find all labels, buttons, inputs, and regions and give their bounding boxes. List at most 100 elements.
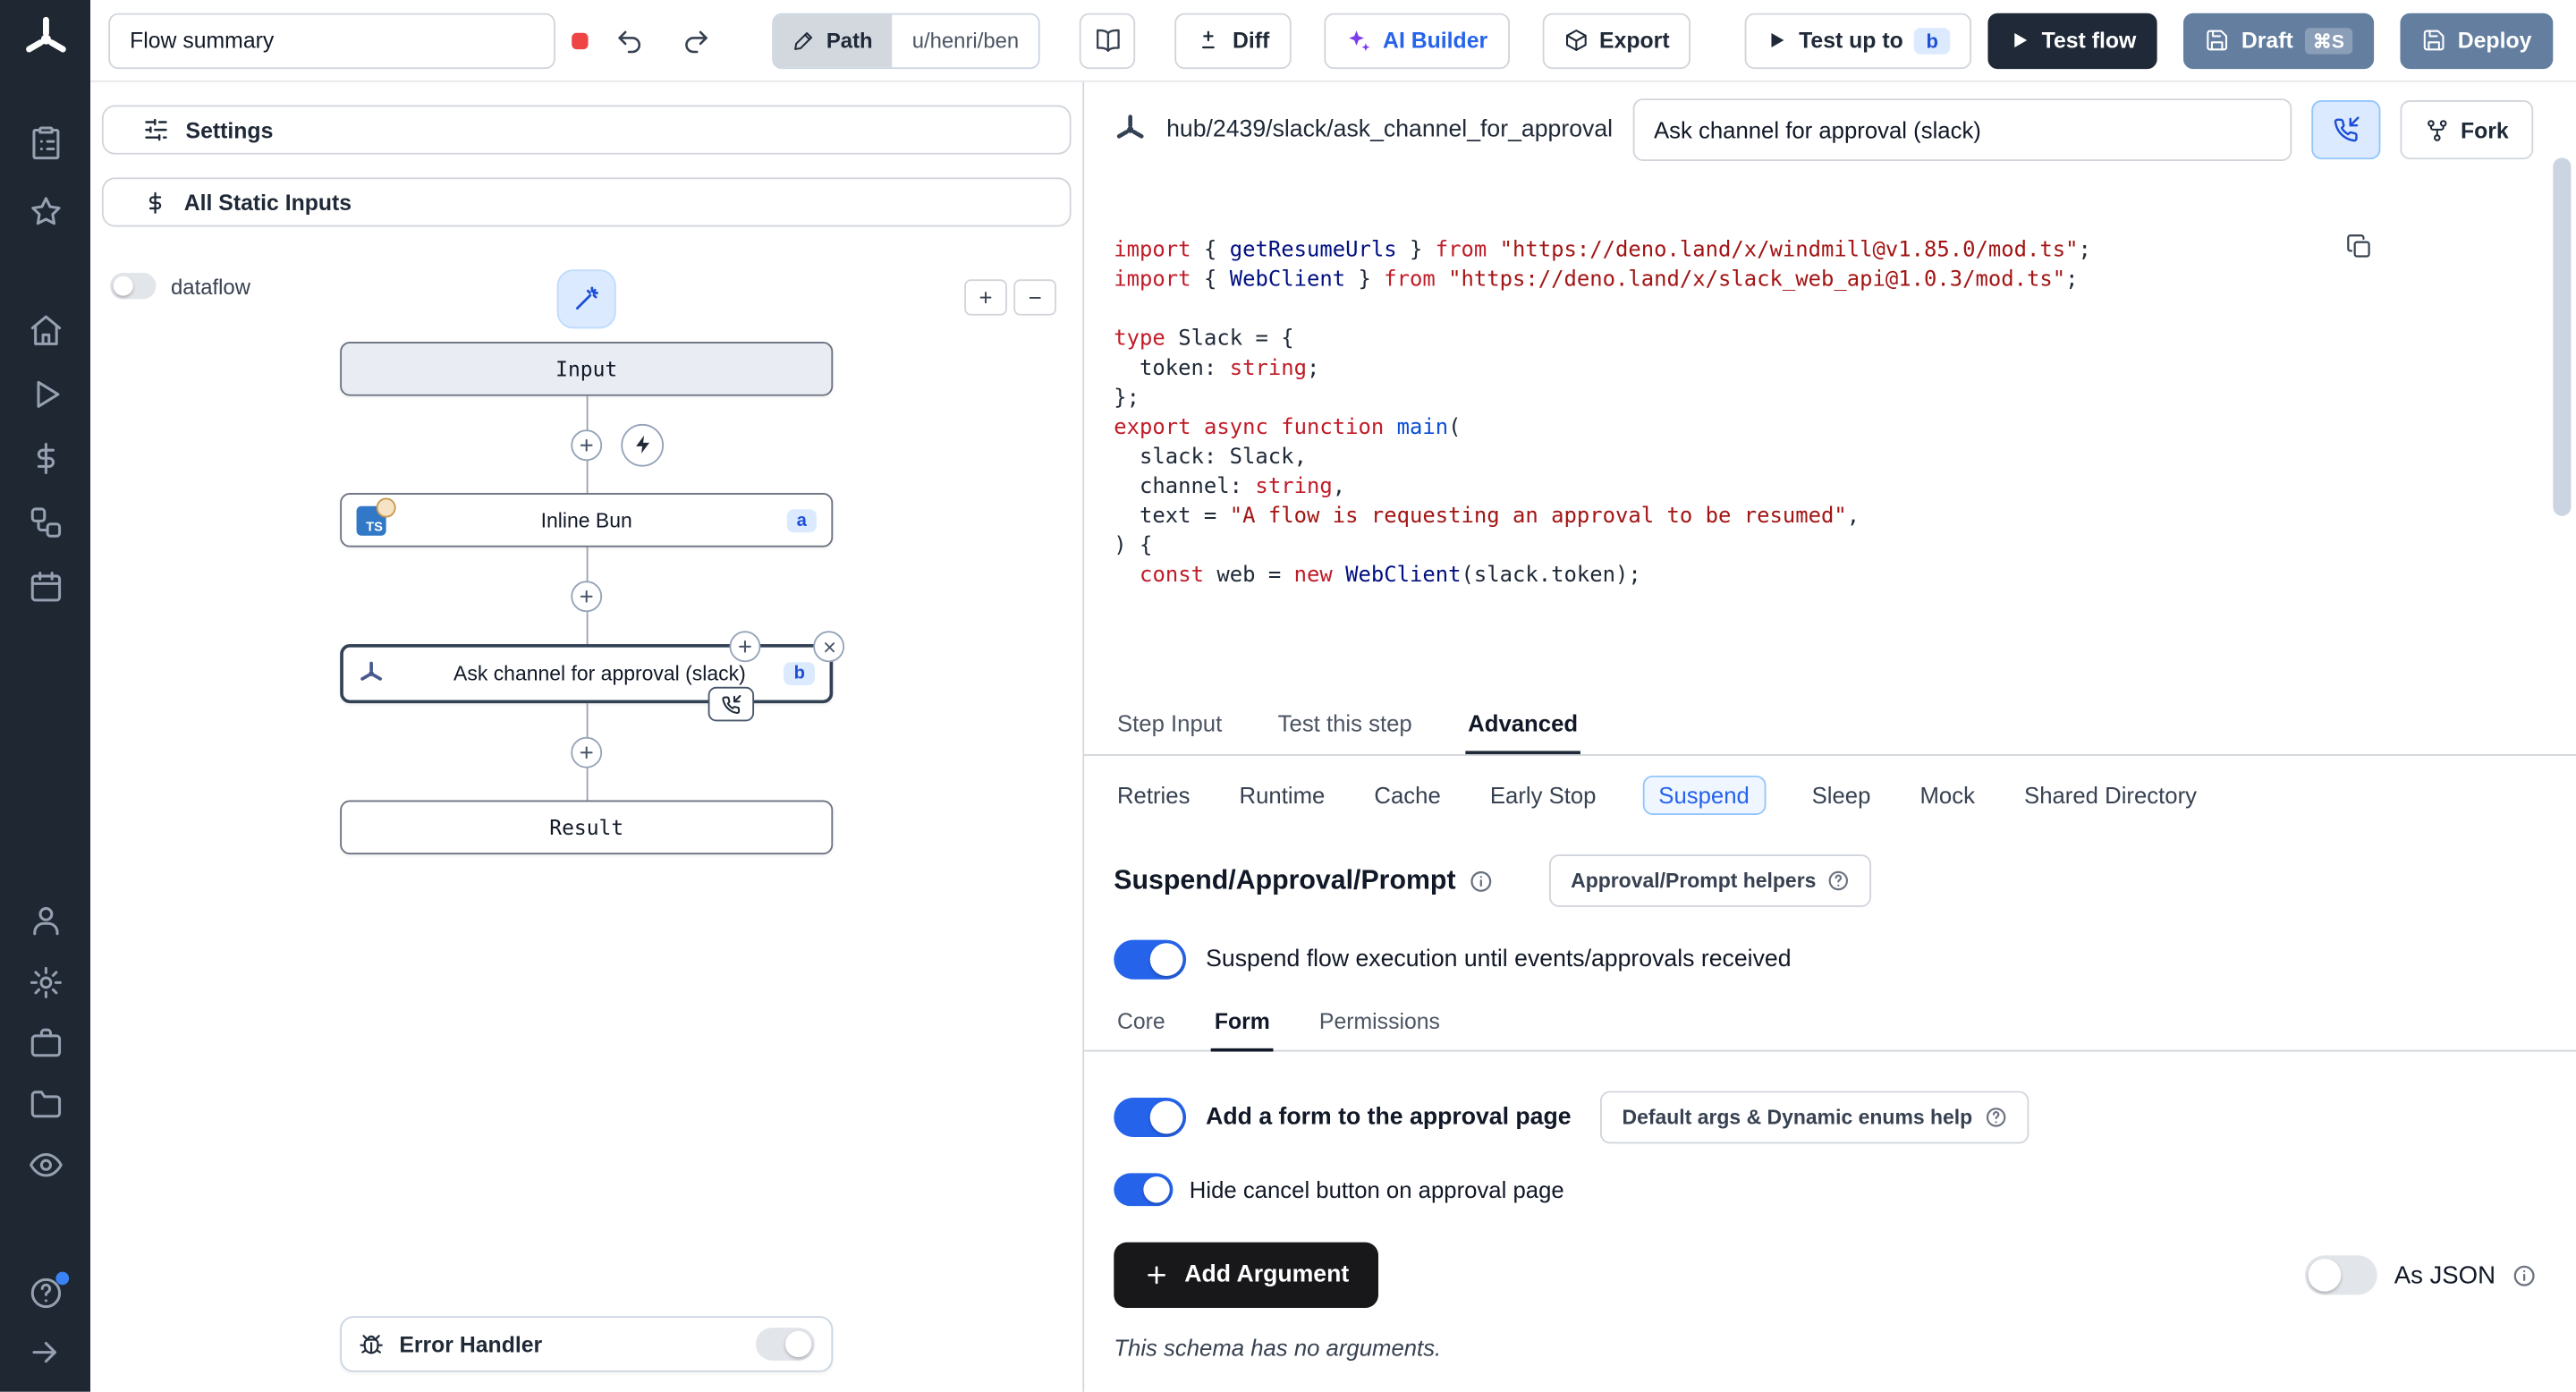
help-circle-icon[interactable] <box>27 1275 63 1311</box>
suspendtab-permissions[interactable]: Permissions <box>1316 1009 1443 1052</box>
subtab-cache[interactable]: Cache <box>1371 777 1445 813</box>
test-up-to-label: Test up to <box>1799 28 1903 53</box>
copy-code-button[interactable] <box>2345 184 2504 310</box>
draft-button[interactable]: Draft ⌘S <box>2184 13 2374 68</box>
suspend-toggle[interactable] <box>1114 940 1186 980</box>
collapse-arrow-icon[interactable] <box>27 1334 63 1370</box>
undo-button[interactable] <box>605 15 654 64</box>
workflow-icon[interactable] <box>27 505 63 540</box>
eye-icon[interactable] <box>27 1147 63 1183</box>
suspend-section: Suspend/Approval/Prompt Approval/Prompt … <box>1084 831 2576 1360</box>
play-runs-icon[interactable] <box>27 377 63 412</box>
gear-icon[interactable] <box>27 964 63 1000</box>
form-toggle-row: Add a form to the approval page Default … <box>1114 1091 2537 1144</box>
path-control: Path u/henri/ben <box>772 13 1040 68</box>
static-inputs-button[interactable]: All Static Inputs <box>102 177 1072 226</box>
draft-label: Draft <box>2241 28 2293 53</box>
zap-icon <box>631 434 653 455</box>
error-handler-toggle[interactable] <box>756 1328 815 1361</box>
clipboard-list-icon[interactable] <box>27 125 63 161</box>
subtab-shared-directory[interactable]: Shared Directory <box>2021 777 2199 813</box>
add-argument-label: Add Argument <box>1184 1262 1349 1288</box>
tab-advanced[interactable]: Advanced <box>1465 693 1581 754</box>
path-value[interactable]: u/henri/ben <box>893 14 1039 67</box>
home-icon[interactable] <box>27 312 63 348</box>
step-summary-input[interactable] <box>1632 98 2292 161</box>
trigger-zap-button[interactable] <box>621 423 664 466</box>
unsaved-indicator <box>572 32 588 48</box>
docs-button[interactable] <box>1080 13 1135 68</box>
briefcase-icon[interactable] <box>27 1025 63 1061</box>
code-line: }; <box>1114 385 2527 414</box>
connector <box>340 703 833 800</box>
user-icon[interactable] <box>27 902 63 938</box>
hub-script-path: hub/2439/slack/ask_channel_for_approval <box>1166 116 1613 142</box>
dollar-variables-icon[interactable] <box>27 440 63 476</box>
hide-cancel-toggle[interactable] <box>1114 1173 1173 1206</box>
zoom-out-button[interactable]: − <box>1013 279 1056 315</box>
error-handler-row[interactable]: Error Handler <box>340 1316 833 1371</box>
zoom-in-button[interactable]: + <box>964 279 1007 315</box>
delete-step-button[interactable] <box>813 631 844 662</box>
step-header: hub/2439/slack/ask_channel_for_approval … <box>1084 82 2576 171</box>
calendar-icon[interactable] <box>27 569 63 605</box>
play-icon <box>1766 30 1787 51</box>
deploy-button[interactable]: Deploy <box>2400 13 2553 68</box>
tab-step-input[interactable]: Step Input <box>1114 693 1225 754</box>
flow-settings-button[interactable]: Settings <box>102 106 1072 155</box>
export-button[interactable]: Export <box>1542 13 1691 68</box>
test-up-to-button[interactable]: Test up to b <box>1744 13 1970 68</box>
subtab-mock[interactable]: Mock <box>1917 777 1979 813</box>
diff-icon <box>1197 28 1222 53</box>
folder-icon[interactable] <box>27 1086 63 1122</box>
subtab-runtime[interactable]: Runtime <box>1236 777 1328 813</box>
add-step-button[interactable] <box>571 429 602 460</box>
flow-panel: Settings All Static Inputs dataflow + <box>90 82 1084 1392</box>
star-icon[interactable] <box>27 194 63 230</box>
code-editor[interactable]: import { getResumeUrls } from "https://d… <box>1084 171 2576 693</box>
node-id-badge: b <box>784 662 815 685</box>
node-approval-selected[interactable]: Ask channel for approval (slack) b <box>340 644 833 703</box>
approval-form-toggle[interactable] <box>1114 1098 1186 1137</box>
dataflow-toggle[interactable] <box>110 273 156 299</box>
node-input-label: Input <box>555 357 617 382</box>
add-step-button[interactable] <box>571 580 602 611</box>
suspend-tabs: Core Form Permissions <box>1084 1009 2576 1052</box>
tab-test-this-step[interactable]: Test this step <box>1275 693 1415 754</box>
vertical-scrollbar[interactable] <box>2553 157 2571 515</box>
fork-button[interactable]: Fork <box>2400 100 2533 159</box>
flow-summary-input[interactable] <box>108 13 555 68</box>
node-result[interactable]: Result <box>340 800 833 854</box>
node-inline-bun[interactable]: TS Inline Bun a <box>340 493 833 547</box>
play-icon <box>2009 30 2030 51</box>
zoom-controls: + − <box>964 279 1056 315</box>
subtab-retries[interactable]: Retries <box>1114 777 1193 813</box>
info-icon[interactable] <box>2512 1263 2537 1288</box>
test-flow-button[interactable]: Test flow <box>1987 13 2157 68</box>
node-input[interactable]: Input <box>340 342 833 396</box>
suspend-enabled-button[interactable] <box>2311 100 2380 159</box>
suspendtab-form[interactable]: Form <box>1211 1009 1273 1052</box>
approval-helpers-button[interactable]: Approval/Prompt helpers <box>1549 854 1872 907</box>
as-json-toggle[interactable] <box>2306 1255 2378 1294</box>
ai-wand-button[interactable] <box>557 269 616 328</box>
git-fork-icon <box>2425 117 2450 142</box>
subtab-suspend[interactable]: Suspend <box>1642 776 1766 815</box>
subtab-sleep[interactable]: Sleep <box>1809 777 1874 813</box>
diff-button[interactable]: Diff <box>1175 13 1291 68</box>
node-approval-label: Ask channel for approval (slack) <box>428 662 746 685</box>
path-edit-button[interactable]: Path <box>774 14 893 67</box>
info-icon[interactable] <box>1469 869 1494 894</box>
insert-branch-button[interactable] <box>730 631 761 662</box>
subtab-early-stop[interactable]: Early Stop <box>1487 777 1599 813</box>
typescript-bun-icon: TS <box>357 505 386 535</box>
ai-builder-button[interactable]: AI Builder <box>1324 13 1509 68</box>
add-argument-button[interactable]: Add Argument <box>1114 1243 1378 1308</box>
suspendtab-core[interactable]: Core <box>1114 1009 1168 1052</box>
default-args-help-button[interactable]: Default args & Dynamic enums help <box>1601 1091 2029 1144</box>
add-step-button[interactable] <box>571 736 602 768</box>
redo-button[interactable] <box>670 15 719 64</box>
save-icon <box>2205 28 2230 53</box>
step-subtabs: Retries Runtime Cache Early Stop Suspend Slee… <box>1084 756 2576 831</box>
windmill-logo-icon[interactable] <box>21 15 70 64</box>
